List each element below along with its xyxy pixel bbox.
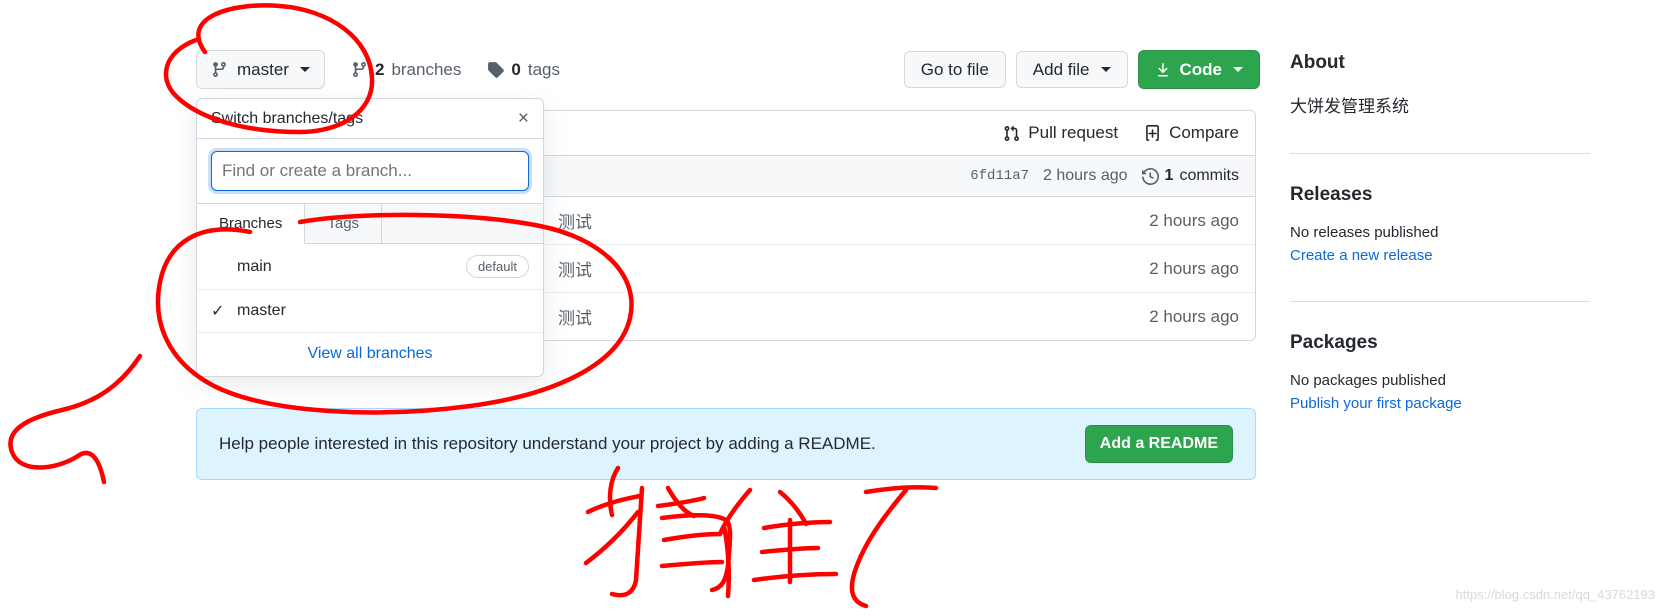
tag-icon bbox=[487, 61, 505, 78]
commit-message: 测试 bbox=[558, 213, 592, 232]
branch-item-main[interactable]: main default bbox=[197, 244, 543, 290]
add-file-button[interactable]: Add file bbox=[1015, 51, 1128, 88]
releases-status: No releases published bbox=[1290, 224, 1439, 241]
ink-char-dang-8 bbox=[661, 531, 723, 543]
branch-icon bbox=[211, 61, 228, 78]
branch-item-master[interactable]: ✓ master bbox=[197, 290, 543, 333]
branch-toolbar: master 2 branches 0 tags bbox=[196, 50, 560, 89]
about-description: 大饼发管理系统 bbox=[1290, 97, 1409, 116]
commits-count-value: 1 bbox=[1164, 167, 1174, 184]
commit-message: 测试 bbox=[558, 309, 592, 328]
dropdown-tabs: Branches Tags bbox=[197, 204, 543, 244]
packages-heading: Packages bbox=[1290, 332, 1378, 353]
pull-request-label: Pull request bbox=[1028, 123, 1119, 142]
commit-time: 2 hours ago bbox=[1043, 167, 1128, 184]
pull-request-icon bbox=[1003, 125, 1020, 142]
releases-heading: Releases bbox=[1290, 184, 1373, 205]
branch-switcher-dropdown: Switch branches/tags × Branches Tags mai… bbox=[196, 98, 544, 377]
divider bbox=[1290, 153, 1590, 154]
branch-selector-label: master bbox=[237, 60, 289, 79]
file-time: 2 hours ago bbox=[1149, 210, 1239, 230]
releases-section: Releases No releases published Create a … bbox=[1290, 184, 1590, 265]
ink-char-zhu-3 bbox=[777, 489, 809, 527]
go-to-file-button[interactable]: Go to file bbox=[903, 51, 1006, 88]
branch-item-label: main bbox=[237, 257, 272, 275]
chevron-down-icon bbox=[1233, 67, 1243, 72]
add-file-label: Add file bbox=[1032, 60, 1090, 79]
file-time: 2 hours ago bbox=[1149, 306, 1239, 326]
ink-char-dang-6 bbox=[655, 495, 707, 509]
ink-char-zhu-7 bbox=[751, 571, 839, 583]
tags-count-value: 0 bbox=[511, 59, 521, 79]
branches-count-value: 2 bbox=[374, 59, 385, 79]
divider bbox=[1290, 301, 1590, 302]
repo-sidebar: About 大饼发管理系统 Releases No releases publi… bbox=[1290, 52, 1590, 413]
ink-char-dang-9 bbox=[659, 559, 725, 569]
branch-item-label: master bbox=[237, 302, 286, 319]
compare-actions: Pull request Compare bbox=[1003, 123, 1239, 143]
branch-icon bbox=[351, 61, 368, 78]
branch-search-input[interactable] bbox=[211, 151, 529, 191]
ink-char-le-2 bbox=[849, 487, 909, 609]
about-section: About 大饼发管理系统 bbox=[1290, 52, 1590, 117]
compare-label: Compare bbox=[1169, 123, 1239, 142]
commit-message: 测试 bbox=[558, 261, 592, 280]
commits-count[interactable]: 1 commits bbox=[1141, 167, 1239, 185]
compare-icon bbox=[1144, 124, 1161, 142]
chevron-down-icon bbox=[1100, 67, 1111, 72]
github-repo-page: master 2 branches 0 tags Go to file Add … bbox=[0, 0, 1671, 616]
code-button[interactable]: Code bbox=[1137, 50, 1260, 89]
ink-char-dang-4 bbox=[609, 485, 645, 598]
download-icon bbox=[1155, 62, 1171, 78]
close-icon[interactable]: × bbox=[518, 109, 529, 128]
branches-count[interactable]: 2 branches bbox=[351, 60, 461, 80]
ink-char-dang-3 bbox=[583, 509, 641, 566]
dropdown-title: Switch branches/tags bbox=[211, 109, 364, 127]
ink-char-zhu-6 bbox=[759, 545, 821, 555]
code-button-label: Code bbox=[1179, 60, 1223, 79]
tab-tags[interactable]: Tags bbox=[305, 204, 383, 243]
packages-status: No packages published bbox=[1290, 372, 1446, 389]
add-readme-button[interactable]: Add a README bbox=[1084, 425, 1233, 463]
ink-char-dang-5 bbox=[665, 485, 697, 519]
publish-package-link[interactable]: Publish your first package bbox=[1290, 395, 1462, 412]
commit-sha[interactable]: 6fd11a7 bbox=[970, 168, 1029, 184]
ink-char-zhu-4 bbox=[761, 519, 833, 531]
history-icon bbox=[1141, 167, 1159, 185]
chevron-down-icon bbox=[299, 67, 310, 72]
branches-count-label: branches bbox=[391, 59, 462, 79]
ink-char-zhu-1 bbox=[717, 487, 753, 537]
check-icon: ✓ bbox=[211, 303, 225, 320]
pull-request-link[interactable]: Pull request bbox=[1003, 123, 1118, 143]
about-heading: About bbox=[1290, 52, 1345, 73]
readme-banner-text: Help people interested in this repositor… bbox=[219, 434, 876, 453]
ink-stroke-left bbox=[8, 353, 143, 485]
tags-count-label: tags bbox=[527, 59, 560, 79]
ink-char-dang-7 bbox=[659, 512, 733, 593]
branch-selector-button[interactable]: master bbox=[196, 50, 325, 89]
file-time: 2 hours ago bbox=[1149, 258, 1239, 278]
watermark-text: https://blog.csdn.net/qq_43762193 bbox=[1455, 587, 1656, 602]
add-readme-banner: Help people interested in this repositor… bbox=[196, 408, 1256, 480]
ink-char-le-1 bbox=[863, 484, 939, 495]
tags-count[interactable]: 0 tags bbox=[487, 60, 560, 80]
ink-char-dang-2 bbox=[585, 493, 643, 515]
ink-char-zhu-2 bbox=[721, 523, 732, 599]
dropdown-search-wrap bbox=[197, 139, 543, 204]
view-all-branches-link[interactable]: View all branches bbox=[197, 333, 543, 376]
commits-count-label: commits bbox=[1179, 167, 1239, 184]
packages-section: Packages No packages published Publish y… bbox=[1290, 332, 1590, 413]
tab-branches[interactable]: Branches bbox=[197, 204, 306, 244]
repo-action-buttons: Go to file Add file Code bbox=[903, 50, 1260, 89]
default-badge: default bbox=[465, 255, 529, 278]
dropdown-header: Switch branches/tags × bbox=[197, 99, 543, 139]
compare-link[interactable]: Compare bbox=[1144, 123, 1239, 143]
create-release-link[interactable]: Create a new release bbox=[1290, 247, 1433, 264]
